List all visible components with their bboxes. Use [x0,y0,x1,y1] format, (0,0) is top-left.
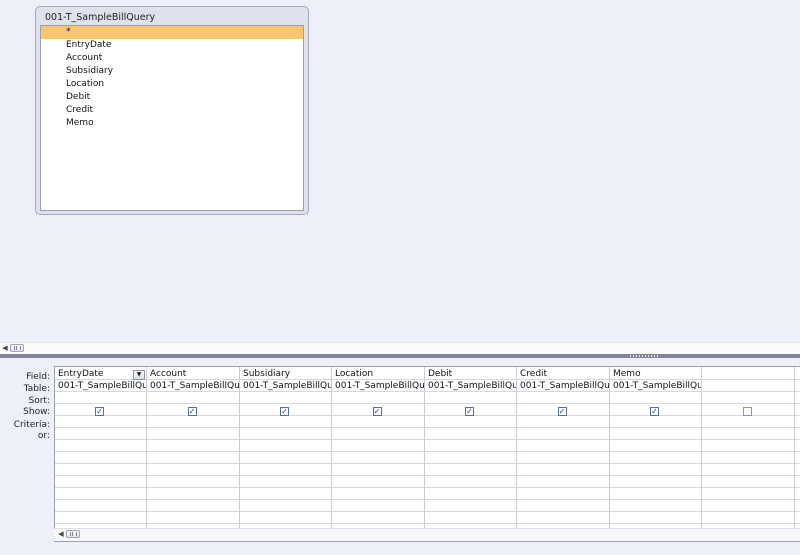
field-cell[interactable]: Subsidiary [240,369,331,380]
sort-cell[interactable] [702,393,794,404]
row-label: Field: [26,372,50,382]
query-upper-pane: 001-T_SampleBillQuery * EntryDate Account S… [0,0,800,340]
field-list-item[interactable]: Credit [41,104,303,117]
table-field-list-window[interactable]: 001-T_SampleBillQuery * EntryDate Account S… [35,6,309,215]
grid-horizontal-scrollbar[interactable]: ◀ [54,528,800,541]
field-cell[interactable]: Memo [610,369,701,380]
table-cell[interactable]: 001-T_SampleBillQuery [425,381,516,392]
criteria-cell[interactable] [240,417,331,428]
grid-column[interactable]: Subsidiary001-T_SampleBillQuery ✓ [240,367,332,541]
grid-column[interactable]: Credit001-T_SampleBillQuery ✓ [517,367,610,541]
sort-cell[interactable] [425,393,516,404]
grid-column[interactable]: Debit001-T_SampleBillQuery ✓ [425,367,517,541]
grid-column[interactable]: Memo001-T_SampleBillQuery ✓ [610,367,702,541]
sort-cell[interactable] [517,393,609,404]
row-label: Criteria: [13,420,50,430]
field-list-item[interactable]: Account [41,52,303,65]
sort-cell[interactable] [147,393,239,404]
or-cell[interactable] [517,428,609,439]
table-cell[interactable] [702,381,794,392]
criteria-cell[interactable] [517,417,609,428]
upper-horizontal-scrollbar[interactable]: ◀ [0,342,800,354]
row-label: or: [37,431,50,441]
show-checkbox-checked[interactable]: ✓ [187,407,197,416]
criteria-cell[interactable] [702,417,794,428]
table-title[interactable]: 001-T_SampleBillQuery [45,12,155,23]
grid-scroll-thumb[interactable] [66,530,80,538]
show-checkbox-checked[interactable]: ✓ [465,407,474,416]
scroll-thumb[interactable] [10,344,24,352]
query-design-grid-pane: Field: Table: Sort: Show: Criteria: or: Entry… [0,358,800,555]
grid-column[interactable]: EntryDate▼001-T_SampleBillQuery✓ [55,367,147,541]
sort-cell[interactable] [240,393,331,404]
field-cell[interactable]: Location [332,369,424,380]
field-cell[interactable]: Credit [517,369,609,380]
or-cell[interactable] [240,428,331,439]
table-cell[interactable]: 001-T_SampleBillQuery [240,381,331,392]
show-checkbox-checked[interactable]: ✓ [95,407,104,416]
or-cell[interactable] [610,428,701,439]
or-cell[interactable] [425,428,516,439]
field-list[interactable]: * EntryDate Account Subsidiary Location Debit… [40,25,304,211]
grid-column[interactable]: Location001-T_SampleBillQuery ✓ [332,367,425,541]
show-checkbox-checked[interactable]: ✓ [372,407,382,416]
or-cell[interactable] [147,428,239,439]
sort-cell[interactable] [332,393,424,404]
table-cell[interactable]: 001-T_SampleBillQuery [332,381,424,392]
table-cell[interactable]: 001-T_SampleBillQuery [147,381,239,392]
show-checkbox-checked[interactable]: ✓ [280,407,289,416]
criteria-cell[interactable] [147,417,239,428]
or-cell[interactable] [332,428,424,439]
field-list-item[interactable]: Location [41,78,303,91]
criteria-cell[interactable] [55,417,146,428]
splitter-grip-icon[interactable] [630,355,660,357]
grid-scroll-left-icon[interactable]: ◀ [56,529,66,540]
design-grid: EntryDate▼001-T_SampleBillQuery✓Account0… [54,366,800,542]
sort-cell[interactable] [55,393,146,404]
field-cell[interactable]: Account [147,369,239,380]
sort-cell[interactable] [610,393,701,404]
field-list-item[interactable]: Subsidiary [41,65,303,78]
field-list-item[interactable]: * [41,26,303,39]
criteria-cell[interactable] [425,417,516,428]
field-list-item[interactable]: EntryDate [41,39,303,52]
grid-column[interactable] [702,367,795,541]
scroll-left-icon[interactable]: ◀ [0,343,10,354]
table-cell[interactable]: 001-T_SampleBillQuery [610,381,701,392]
chevron-down-icon[interactable]: ▼ [133,370,145,380]
field-list-item[interactable]: Debit [41,91,303,104]
row-label: Table: [23,384,50,394]
or-cell[interactable] [702,428,794,439]
field-cell[interactable] [702,369,794,380]
field-cell[interactable]: Debit [425,369,516,380]
grid-column[interactable]: Account001-T_SampleBillQuery ✓ [147,367,240,541]
table-cell[interactable]: 001-T_SampleBillQuery [517,381,609,392]
show-checkbox-checked[interactable]: ✓ [557,407,567,416]
show-checkbox-unchecked[interactable] [742,407,752,416]
row-label: Sort: [28,396,50,406]
show-checkbox-checked[interactable]: ✓ [650,407,659,416]
criteria-cell[interactable] [610,417,701,428]
row-label: Show: [23,407,50,417]
field-list-item[interactable]: Memo [41,117,303,130]
criteria-cell[interactable] [332,417,424,428]
table-cell[interactable]: 001-T_SampleBillQuery [55,381,146,392]
or-cell[interactable] [55,428,146,439]
